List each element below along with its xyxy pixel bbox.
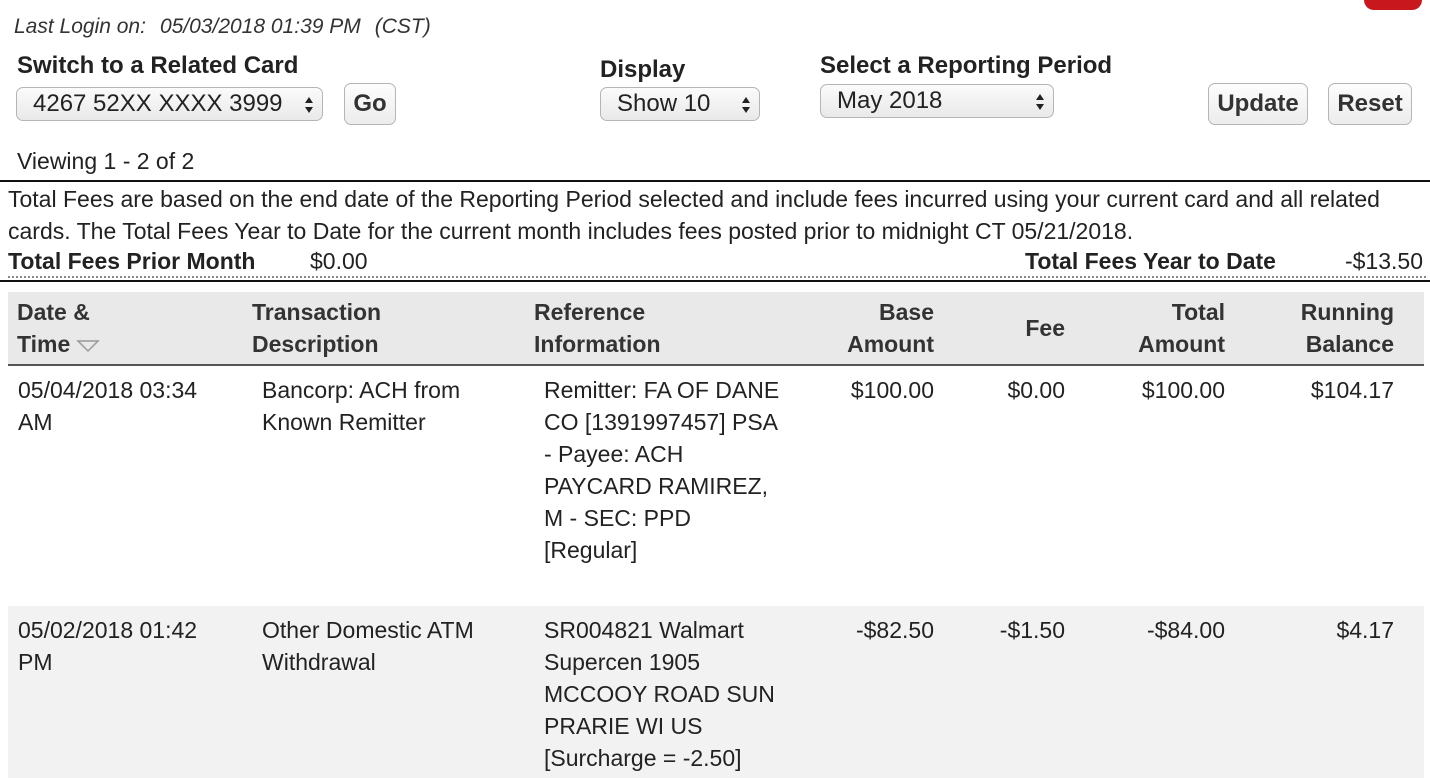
- col-fee-header: Fee: [1025, 315, 1065, 341]
- viewing-count: Viewing 1 - 2 of 2: [17, 148, 195, 174]
- divider: [8, 276, 1426, 278]
- select-arrows-icon: [1036, 94, 1044, 110]
- col-balance-header-line1: Running: [1300, 299, 1394, 325]
- row-fee: -$1.50: [999, 617, 1065, 643]
- ytd-fees-label: Total Fees Year to Date: [1025, 248, 1276, 274]
- switch-card-label: Switch to a Related Card: [17, 52, 299, 79]
- period-label: Select a Reporting Period: [820, 52, 1113, 79]
- divider: [0, 180, 1430, 182]
- update-button[interactable]: Update: [1208, 83, 1308, 125]
- prior-month-fees-value: $0.00: [310, 248, 368, 274]
- row-reference: Remitter: FA OF DANE CO [1391997457] PSA…: [544, 377, 780, 563]
- last-login-value: 05/03/2018 01:39 PM: [159, 15, 361, 38]
- col-date-header-line2: Time: [17, 331, 71, 357]
- col-total-amount-header: Total Amount: [1075, 296, 1225, 360]
- table-header: Date & Time Transaction Description Refe…: [8, 292, 1424, 366]
- col-balance-header-line2: Balance: [1305, 331, 1394, 357]
- row-date: 05/04/2018 03:34 AM: [18, 377, 198, 435]
- display-label: Display: [600, 56, 686, 83]
- card-select-value: 4267 52XX XXXX 3999: [33, 90, 283, 117]
- col-reference-header-line2: Information: [534, 331, 661, 357]
- brand-logo: [1364, 0, 1422, 10]
- period-select[interactable]: May 2018: [820, 84, 1054, 118]
- row-running-balance: $4.17: [1336, 617, 1394, 643]
- col-description-header: Transaction Description: [252, 296, 502, 360]
- col-total-amount-header-line1: Total: [1171, 299, 1225, 325]
- col-base-amount-header-line1: Base: [879, 299, 934, 325]
- row-date: 05/02/2018 01:42 PM: [18, 617, 198, 675]
- table-row: 05/02/2018 01:42 PM Other Domestic ATM W…: [8, 606, 1424, 778]
- col-total-amount-header-line2: Amount: [1138, 331, 1225, 357]
- row-description: Bancorp: ACH from Known Remitter: [262, 377, 461, 435]
- col-date-header-line1: Date &: [17, 299, 90, 325]
- prior-month-fees-label: Total Fees Prior Month: [8, 248, 256, 274]
- col-description-header-line2: Description: [252, 331, 379, 357]
- divider: [0, 280, 1430, 282]
- col-base-amount-header: Base Amount: [784, 296, 934, 360]
- last-login-timezone: (CST): [374, 15, 431, 38]
- sort-descending-icon[interactable]: [76, 339, 101, 353]
- col-balance-header: Running Balance: [1243, 296, 1394, 360]
- display-select-value: Show 10: [617, 90, 711, 117]
- table-row: 05/04/2018 03:34 AM Bancorp: ACH from Kn…: [8, 366, 1424, 606]
- row-total-amount: $100.00: [1141, 377, 1225, 403]
- select-arrows-icon: [742, 97, 750, 113]
- row-total-amount: -$84.00: [1146, 617, 1225, 643]
- row-description: Other Domestic ATM Withdrawal: [262, 617, 474, 675]
- col-reference-header-line1: Reference: [534, 299, 646, 325]
- last-login: Last Login on: 05/03/2018 01:39 PM (CST): [14, 15, 431, 39]
- col-description-header-line1: Transaction: [252, 299, 382, 325]
- card-select[interactable]: 4267 52XX XXXX 3999: [16, 87, 323, 121]
- col-reference-header: Reference Information: [534, 296, 784, 360]
- fees-description: Total Fees are based on the end date of …: [8, 186, 1380, 244]
- ytd-fees-value: -$13.50: [1344, 248, 1423, 274]
- display-select[interactable]: Show 10: [600, 87, 760, 121]
- reset-button[interactable]: Reset: [1328, 83, 1412, 125]
- row-running-balance: $104.17: [1310, 377, 1394, 403]
- col-base-amount-header-line2: Amount: [847, 331, 934, 357]
- col-date-header[interactable]: Date & Time: [17, 296, 217, 360]
- row-base-amount: -$82.50: [855, 617, 934, 643]
- period-select-value: May 2018: [837, 87, 943, 114]
- row-reference: SR004821 Walmart Supercen 1905 MCCOOY RO…: [544, 617, 775, 771]
- row-fee: $0.00: [1007, 377, 1065, 403]
- go-button[interactable]: Go: [344, 83, 396, 125]
- select-arrows-icon: [305, 97, 313, 113]
- last-login-label: Last Login on:: [14, 15, 146, 38]
- row-base-amount: $100.00: [850, 377, 934, 403]
